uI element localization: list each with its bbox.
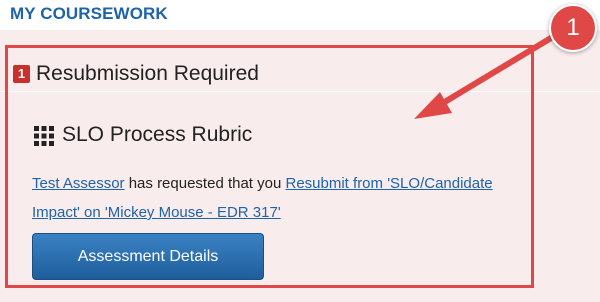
resubmission-message: Test Assessor has requested that you Res… xyxy=(32,169,532,227)
count-badge: 1 xyxy=(13,65,30,83)
section-header: MY COURSEWORK xyxy=(10,4,168,23)
message-text: has requested that you xyxy=(124,175,286,192)
assessment-details-button[interactable]: Assessment Details xyxy=(32,233,264,280)
requester-link[interactable]: Test Assessor xyxy=(32,175,125,192)
rubric-grid-icon xyxy=(34,126,54,146)
rubric-title: SLO Process Rubric xyxy=(62,123,253,146)
panel-title: Resubmission Required xyxy=(36,62,259,85)
callout-number-badge: 1 xyxy=(549,4,597,52)
